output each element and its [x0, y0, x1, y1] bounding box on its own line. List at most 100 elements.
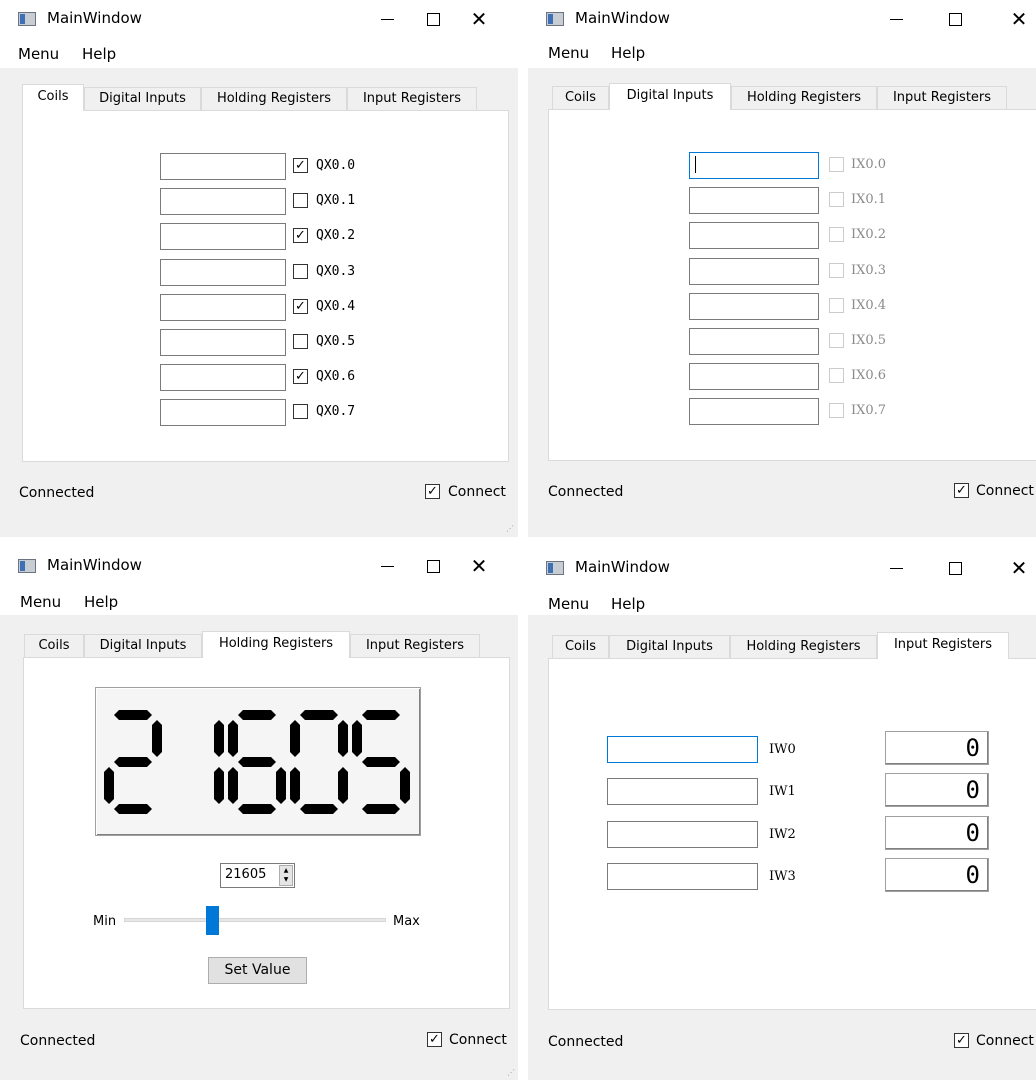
menu-item-help[interactable]: Help [611, 44, 645, 62]
input-register-value-field[interactable] [607, 820, 758, 848]
minimize-button[interactable] [873, 4, 919, 34]
maximize-button[interactable] [932, 4, 978, 34]
menu-item-help[interactable]: Help [611, 595, 645, 613]
coil-value-field[interactable] [160, 293, 286, 321]
close-button[interactable]: ✕ [456, 4, 502, 34]
coil-value-field[interactable] [160, 153, 286, 180]
minimize-button[interactable] [364, 551, 410, 581]
menu-item-help[interactable]: Help [84, 593, 118, 611]
tab-coils[interactable]: Coils [22, 84, 84, 111]
coil-checkbox[interactable] [293, 404, 308, 420]
input-register-value-field[interactable] [607, 736, 758, 763]
coil-value-field[interactable] [160, 364, 286, 392]
coil-label: QX0.3 [316, 263, 356, 279]
window-digital-inputs: MainWindow ✕ Menu Help Coils Digital Inp… [528, 0, 1036, 537]
set-value-button[interactable]: Set Value [208, 957, 307, 984]
value-spinbox[interactable]: 21605 ▲ ▼ [220, 863, 295, 888]
menu-item-menu[interactable]: Menu [548, 44, 589, 62]
connect-checkbox[interactable]: ✓ [427, 1032, 442, 1047]
menu-item-help[interactable]: Help [82, 45, 116, 63]
lcd-segment [362, 804, 400, 814]
digital-input-value-field[interactable] [689, 363, 819, 391]
title-bar: MainWindow ✕ [0, 547, 518, 585]
input-register-value-field[interactable] [607, 862, 758, 890]
spin-arrows-icon[interactable]: ▲ ▼ [279, 865, 293, 886]
size-grip-icon[interactable]: ⋰ [507, 1068, 515, 1077]
maximize-button[interactable] [410, 4, 456, 34]
tab-digital-inputs[interactable]: Digital Inputs [609, 635, 730, 658]
tab-input-registers[interactable]: Input Registers [347, 87, 477, 110]
status-label: Connected [20, 1033, 96, 1049]
coil-value-field[interactable] [160, 188, 286, 216]
close-button[interactable]: ✕ [996, 553, 1036, 583]
coil-checkbox[interactable] [293, 193, 308, 209]
coil-value-field[interactable] [160, 399, 286, 427]
tab-digital-inputs[interactable]: Digital Inputs [609, 83, 731, 110]
digital-input-value-field[interactable] [689, 152, 819, 179]
tab-input-registers[interactable]: Input Registers [877, 86, 1007, 109]
minimize-button[interactable] [873, 553, 919, 583]
tab-input-registers[interactable]: Input Registers [877, 632, 1009, 659]
close-icon: ✕ [1010, 556, 1028, 580]
slider-groove[interactable] [124, 918, 386, 922]
lcd-segment [300, 804, 338, 814]
coil-value-field[interactable] [160, 258, 286, 286]
digital-input-checkbox [829, 192, 844, 208]
coil-checkbox[interactable]: ✓ [293, 228, 308, 244]
tab-coils[interactable]: Coils [552, 86, 609, 109]
connect-checkbox[interactable]: ✓ [425, 484, 440, 499]
minimize-button[interactable] [364, 4, 410, 34]
title-bar: MainWindow ✕ [528, 547, 1036, 585]
tab-digital-inputs[interactable]: Digital Inputs [84, 634, 202, 657]
coil-label: QX0.7 [316, 404, 356, 420]
app-icon [18, 12, 36, 26]
size-grip-icon[interactable]: ⋰ [506, 524, 514, 533]
input-register-lcd: 0 [885, 857, 989, 892]
coil-checkbox[interactable] [293, 334, 308, 349]
tab-holding-registers[interactable]: Holding Registers [202, 631, 350, 658]
coil-value-field[interactable] [160, 223, 286, 251]
coil-checkbox[interactable]: ✓ [293, 298, 308, 314]
digital-input-value-field[interactable] [689, 187, 819, 215]
tab-coils[interactable]: Coils [24, 634, 84, 657]
coil-label: QX0.0 [316, 158, 356, 173]
window-coils: MainWindow ✕ Menu Help Coils Digital Inp… [0, 0, 518, 537]
tab-panel: IW0 0 IW1 0 IW2 0 IW3 0 [548, 658, 1036, 1010]
lcd-segment [300, 710, 338, 720]
input-register-value-field[interactable] [607, 778, 758, 806]
tab-input-registers[interactable]: Input Registers [350, 634, 480, 657]
tab-holding-registers[interactable]: Holding Registers [730, 635, 877, 658]
close-icon: ✕ [470, 554, 488, 578]
digital-input-value-field[interactable] [689, 328, 819, 355]
coil-value-field[interactable] [160, 329, 286, 356]
maximize-button[interactable] [932, 553, 978, 583]
lcd-segment [104, 767, 114, 804]
coil-checkbox[interactable]: ✓ [293, 158, 308, 173]
menu-item-menu[interactable]: Menu [20, 593, 61, 611]
digital-input-value-field[interactable] [689, 222, 819, 250]
digital-input-checkbox [829, 333, 844, 348]
tab-holding-registers[interactable]: Holding Registers [731, 86, 877, 109]
connect-label: Connect [976, 1033, 1034, 1049]
coil-checkbox[interactable]: ✓ [293, 369, 308, 385]
digital-input-value-field[interactable] [689, 398, 819, 426]
digital-input-value-field[interactable] [689, 257, 819, 285]
digital-input-checkbox [829, 368, 844, 384]
coil-checkbox[interactable] [293, 263, 308, 279]
digital-input-value-field[interactable] [689, 292, 819, 320]
close-button[interactable]: ✕ [996, 4, 1036, 34]
connect-checkbox[interactable]: ✓ [954, 483, 969, 498]
close-button[interactable]: ✕ [456, 551, 502, 581]
menu-item-menu[interactable]: Menu [548, 595, 589, 613]
connect-checkbox[interactable]: ✓ [954, 1033, 969, 1048]
lcd-segment [238, 757, 276, 767]
lcd-segment [290, 767, 300, 804]
slider-handle[interactable] [206, 906, 220, 935]
menu-item-menu[interactable]: Menu [18, 45, 59, 63]
menu-bar: Menu Help [0, 38, 518, 68]
tab-holding-registers[interactable]: Holding Registers [201, 87, 347, 110]
coil-label: QX0.1 [316, 193, 356, 209]
tab-digital-inputs[interactable]: Digital Inputs [84, 87, 201, 110]
tab-coils[interactable]: Coils [552, 635, 609, 658]
maximize-button[interactable] [410, 551, 456, 581]
